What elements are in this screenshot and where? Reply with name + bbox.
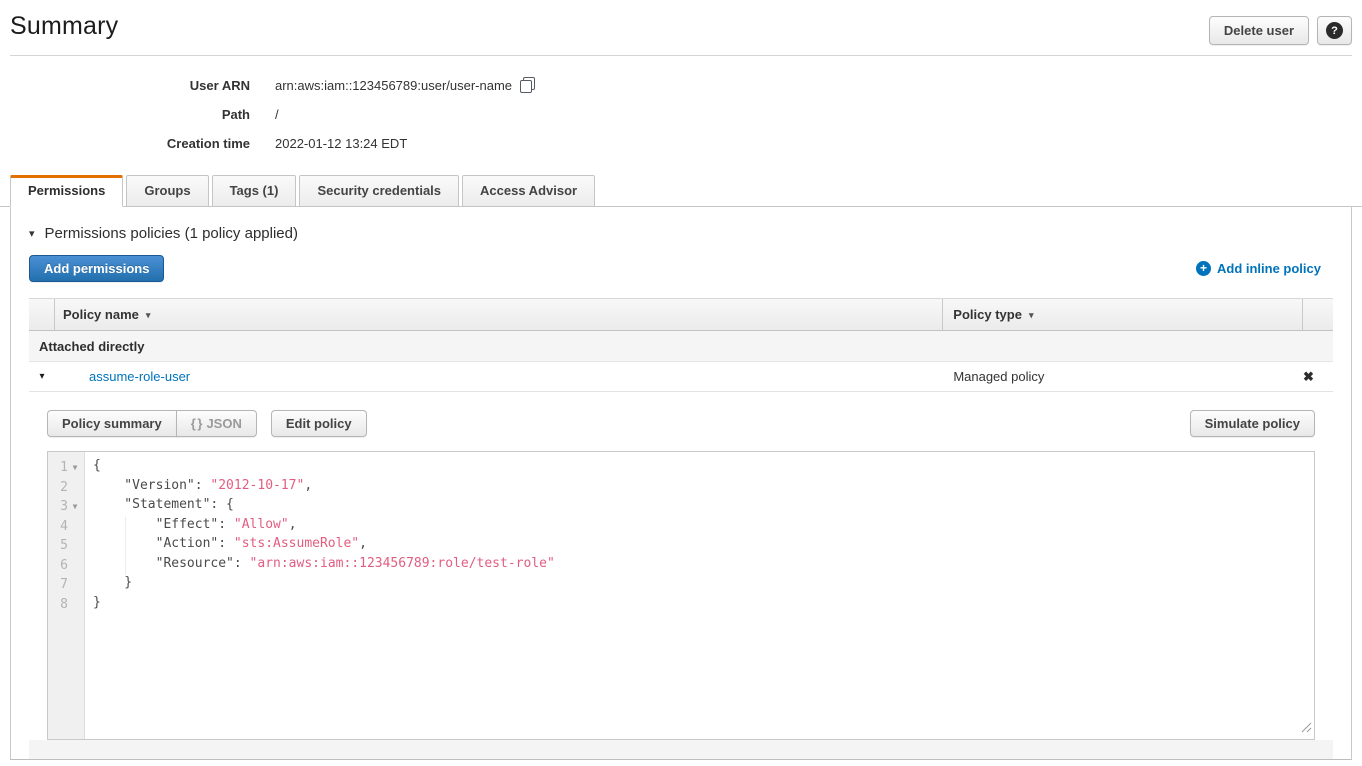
policies-table: Policy name ▾ Policy type ▾ Attached dir… [29,298,1333,759]
detail-row-user-arn: User ARN arn:aws:iam::123456789:user/use… [0,70,1362,100]
tab-tags[interactable]: Tags (1) [212,175,297,207]
tab-bar: Permissions Groups Tags (1) Security cre… [0,174,1362,207]
policy-detail-buttons: Policy summary { } JSON Edit policy Simu… [47,410,1315,437]
tab-groups[interactable]: Groups [126,175,208,207]
braces-icon: { } [191,416,202,431]
add-permissions-button[interactable]: Add permissions [29,255,164,282]
tab-permissions[interactable]: Permissions [10,175,123,207]
editor-code-area: { "Version": "2012-10-17", "Statement": … [85,452,1314,739]
fold-icon[interactable]: ▼ [68,502,82,511]
path-label: Path [0,107,250,122]
policy-json-editor[interactable]: 1▼ 2 3▼ 4 5 6 7 8 { "Version": "2012-10-… [47,451,1315,740]
copy-icon[interactable] [520,77,535,93]
permissions-tab-panel: ▾ Permissions policies (1 policy applied… [10,207,1352,760]
add-inline-policy-link[interactable]: + Add inline policy [1196,261,1321,276]
policy-type-value: Managed policy [943,369,1303,384]
group-row-attached-directly: Attached directly [29,331,1333,362]
table-row-policy: ▾ assume-role-user Managed policy ✖ [29,362,1333,392]
path-value: / [275,107,279,122]
simulate-policy-button[interactable]: Simulate policy [1190,410,1315,437]
page-title: Summary [10,12,118,41]
column-header-policy-name[interactable]: Policy name ▾ [55,299,943,330]
help-button[interactable]: ? [1317,16,1352,45]
policy-actions-row: Add permissions + Add inline policy [29,255,1333,282]
header-actions: Delete user ? [1209,16,1352,45]
creation-time-label: Creation time [0,136,250,151]
json-button[interactable]: { } JSON [176,410,257,437]
detail-row-creation-time: Creation time 2022-01-12 13:24 EDT [0,129,1362,158]
edit-policy-button[interactable]: Edit policy [271,410,367,437]
help-icon: ? [1326,22,1343,39]
user-arn-label: User ARN [0,78,250,93]
editor-gutter: 1▼ 2 3▼ 4 5 6 7 8 [48,452,85,739]
policy-summary-button[interactable]: Policy summary [47,410,177,437]
detail-row-path: Path / [0,100,1362,129]
fold-icon[interactable]: ▼ [68,463,82,472]
user-arn-value: arn:aws:iam::123456789:user/user-name [275,78,512,93]
row-expand-icon[interactable]: ▾ [39,371,44,382]
delete-user-button[interactable]: Delete user [1209,16,1309,45]
header-divider [10,55,1352,56]
section-title: Permissions policies (1 policy applied) [45,225,298,242]
sort-caret-icon: ▾ [146,308,151,321]
header-remove-cell [1303,299,1333,330]
plus-icon: + [1196,261,1211,276]
page-header: Summary Delete user ? [0,0,1362,45]
remove-policy-icon[interactable]: ✖ [1303,369,1314,384]
policy-view-segmented-control: Policy summary { } JSON [47,410,257,437]
tab-access-advisor[interactable]: Access Advisor [462,175,595,207]
tab-security-credentials[interactable]: Security credentials [299,175,459,207]
policy-expanded-detail: Policy summary { } JSON Edit policy Simu… [29,392,1333,759]
sort-caret-icon: ▾ [1029,308,1034,321]
section-collapse-icon: ▾ [29,227,35,240]
table-footer-strip [29,740,1333,759]
column-header-policy-type[interactable]: Policy type ▾ [943,299,1303,330]
indent-guide [125,517,126,575]
header-spacer-cell [29,299,55,330]
permissions-policies-section-header[interactable]: ▾ Permissions policies (1 policy applied… [29,225,1333,242]
creation-time-value: 2022-01-12 13:24 EDT [275,136,407,151]
user-details: User ARN arn:aws:iam::123456789:user/use… [0,70,1362,158]
policies-table-header: Policy name ▾ Policy type ▾ [29,298,1333,331]
editor-resize-handle[interactable] [1301,722,1312,737]
policy-name-link[interactable]: assume-role-user [89,369,190,384]
